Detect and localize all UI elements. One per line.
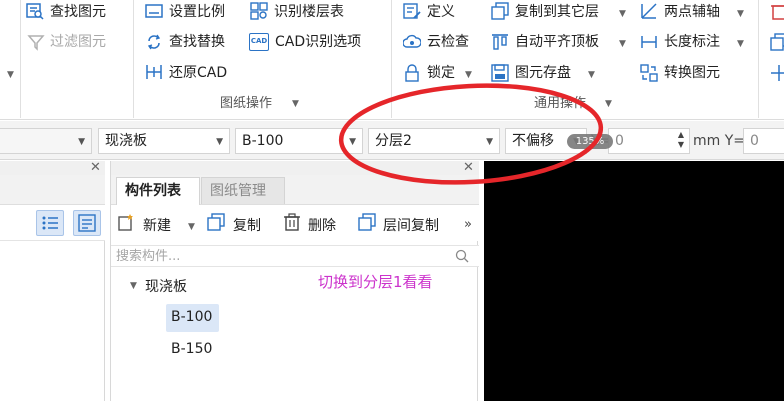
more-actions-button[interactable]: » [461,216,475,234]
chevron-down-icon: ▼ [737,39,744,49]
unit-y-label: mm Y= [693,133,746,149]
component-panel: ✕ 构件列表 图纸管理 新建 ▼ 复制 删除 层间复制 » 搜索构件... ▼ … [110,161,479,401]
drawing-canvas[interactable] [484,161,784,401]
copy-to-other-layer-label: 复制到其它层 [515,4,599,20]
new-icon [118,214,133,231]
set-scale-label: 设置比例 [169,4,225,20]
component-select-value: B-100 [242,133,284,149]
restore-cad-label: 还原CAD [169,65,228,81]
nav-panel-tab-strip [0,175,105,205]
find-replace-icon [147,34,161,50]
annotation-text: 切换到分层1看看 [318,273,433,291]
x-coordinate-value: 0 [615,133,624,149]
restore-cad-icon [146,65,162,79]
define-label: 定义 [427,4,455,20]
expand-arrow-icon[interactable]: ▼ [130,281,137,291]
close-icon[interactable]: ✕ [90,161,101,175]
tab-component-list[interactable]: 构件列表 [116,177,200,205]
y-coordinate-value: 0 [750,133,759,149]
list-item-label: B-100 [171,309,213,325]
list-item[interactable]: B-100 [166,304,219,332]
convert-element-icon [640,64,658,82]
red-circle-annotation [338,83,604,185]
scale-icon [145,4,163,18]
tab-drawing-management[interactable]: 图纸管理 [201,177,285,204]
delete-icon[interactable] [770,2,784,20]
list-view-icon[interactable] [36,210,64,236]
two-point-axis-icon [641,3,657,19]
layer-copy-icon [358,213,376,231]
copy-between-layers-label: 层间复制 [383,218,439,234]
ribbon-separator [758,0,759,118]
ribbon-separator [133,0,134,118]
cad-options-icon: CAD [249,33,269,51]
tree-node-root-label: 现浇板 [145,279,187,295]
ribbon-overflow-caret[interactable]: ▼ [7,70,14,80]
stepper-icon[interactable]: ▲ ▼ [678,130,684,150]
find-element-label: 查找图元 [50,4,106,20]
cloud-check-label: 云检查 [427,34,469,50]
cad-recognize-options-label: CAD识别选项 [275,34,362,50]
length-dimension-icon [641,36,657,48]
convert-element-label: 转换图元 [664,65,720,81]
detail-view-icon[interactable] [73,210,101,236]
chevron-down-icon: ▼ [216,137,223,147]
filter-element-label: 过滤图元 [50,34,106,50]
define-icon [403,3,421,19]
auto-align-top-label: 自动平齐顶板 [515,34,599,50]
move-icon[interactable] [770,64,784,82]
tab-component-list-label: 构件列表 [125,183,181,199]
trash-icon [284,213,300,231]
search-icon[interactable] [455,249,469,263]
type-select[interactable]: 现浇板 ▼ [98,128,230,154]
find-replace-label: 查找替换 [169,34,225,50]
recognize-floor-table-label: 识别楼层表 [274,4,344,20]
align-top-icon [492,34,508,50]
list-item-label: B-150 [171,341,213,357]
floor-select[interactable]: ▼ [0,128,92,154]
floor-table-icon [250,2,268,20]
copy-icon[interactable] [770,33,784,51]
delete-button-label: 删除 [308,218,336,234]
chevron-down-icon: ▼ [188,222,195,232]
copy-icon [207,213,225,231]
two-point-axis-label: 两点辅轴 [664,4,720,20]
nav-panel: ✕ [0,161,105,401]
chevron-down-icon: ▼ [78,137,85,147]
search-input[interactable]: 搜索构件... [116,248,180,265]
find-element-icon [26,3,44,20]
length-dimension-label: 长度标注 [664,34,720,50]
y-coordinate-input[interactable]: 0 [743,128,784,154]
list-item[interactable]: B-150 [166,336,219,364]
drawing-ops-group-label: 图纸操作 [220,96,273,111]
chevron-down-icon: ▼ [619,39,626,49]
tab-drawing-management-label: 图纸管理 [210,183,266,199]
x-coordinate-input[interactable]: 0 ▲ ▼ [608,128,690,154]
chevron-down-icon: ▼ [737,9,744,19]
ribbon-separator [20,0,21,118]
chevron-down-icon: ▼ [619,9,626,19]
copy-layer-icon [491,2,509,20]
filter-icon [27,35,45,51]
chevron-down-icon: ▼ [292,99,299,109]
search-box[interactable]: 搜索构件... [111,245,479,267]
type-select-value: 现浇板 [105,133,147,149]
cloud-check-icon [403,34,421,48]
new-button-label: 新建 [143,218,171,234]
copy-button-label: 复制 [233,218,261,234]
